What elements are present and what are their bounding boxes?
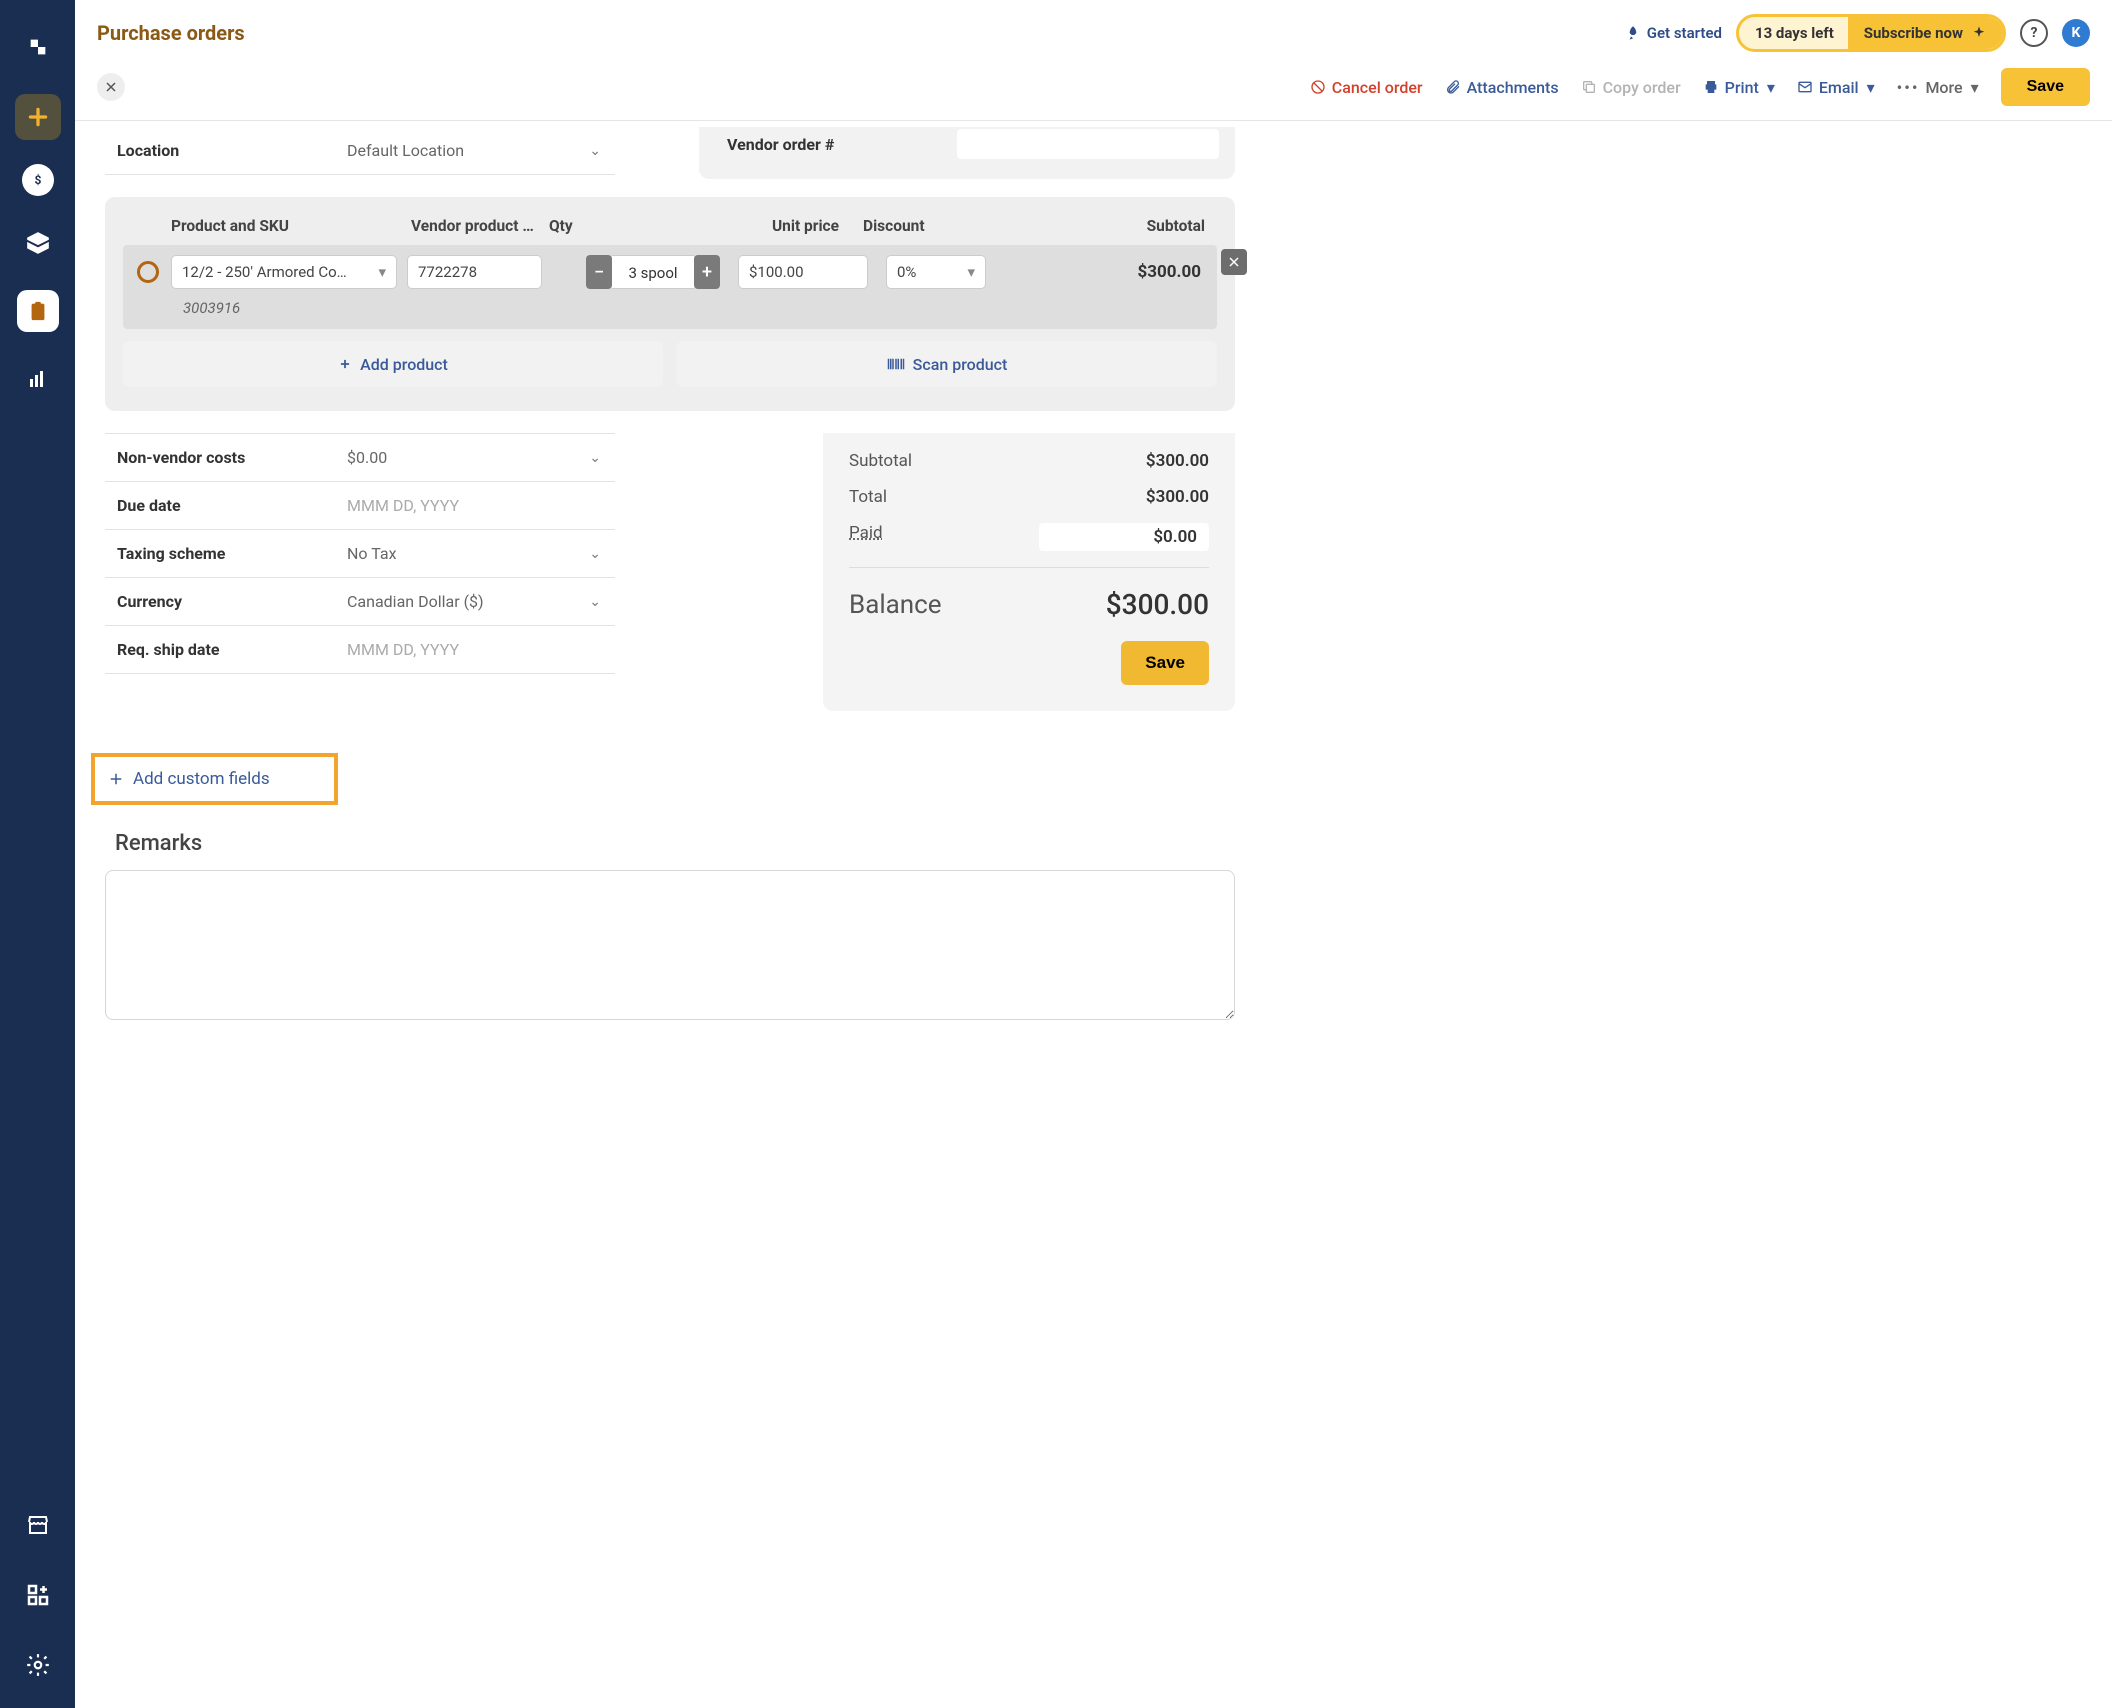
delete-line-button[interactable]: [1221, 249, 1247, 275]
qty-stepper: − 3 spool +: [586, 255, 720, 289]
get-started-link[interactable]: Get started: [1625, 24, 1722, 42]
paperclip-icon: [1445, 79, 1461, 95]
unit-price-input[interactable]: $100.00: [738, 255, 868, 289]
more-button[interactable]: ••• More ▾: [1897, 78, 1979, 97]
add-custom-fields-button[interactable]: Add custom fields: [91, 753, 338, 805]
remarks-section: Remarks: [105, 831, 1235, 1024]
header: Purchase orders Get started 13 days left…: [75, 0, 2112, 60]
attachments-button[interactable]: Attachments: [1445, 78, 1559, 97]
nav-inventory-icon[interactable]: [15, 220, 61, 266]
email-button[interactable]: Email ▾: [1797, 78, 1875, 97]
chevron-down-icon: ▾: [1971, 78, 1979, 97]
location-field[interactable]: Location Default Location ⌄: [105, 127, 615, 175]
cancel-order-button[interactable]: Cancel order: [1310, 78, 1423, 97]
nav-store-icon[interactable]: [15, 1502, 61, 1548]
close-icon: [1228, 256, 1240, 268]
vendor-order-number-input[interactable]: [957, 129, 1219, 159]
page-title: Purchase orders: [97, 21, 245, 45]
nav-apps-icon[interactable]: [15, 1572, 61, 1618]
rocket-icon: [1625, 25, 1641, 41]
nav-settings-icon[interactable]: [15, 1642, 61, 1688]
remarks-textarea[interactable]: [105, 870, 1235, 1020]
add-product-button[interactable]: Add product: [123, 341, 663, 387]
line-sku: 3003916: [131, 299, 1209, 317]
col-unit-price: Unit price: [699, 217, 851, 235]
svg-text:$: $: [34, 173, 41, 187]
summary-card: Subtotal $300.00 Total $300.00 Paid $0.0…: [823, 433, 1235, 711]
chevron-down-icon: ⌄: [575, 594, 615, 610]
copy-icon: [1581, 79, 1597, 95]
subscribe-now-button[interactable]: Subscribe now: [1848, 17, 2003, 49]
vendor-product-input[interactable]: 7722278: [407, 255, 542, 289]
print-icon: [1703, 79, 1719, 95]
item-status-icon: [137, 261, 159, 283]
action-bar: Cancel order Attachments Copy order Prin…: [75, 60, 2112, 121]
avatar[interactable]: K: [2062, 19, 2090, 47]
qty-value[interactable]: 3 spool: [612, 255, 694, 289]
plus-icon: [107, 770, 125, 788]
remarks-title: Remarks: [105, 831, 1235, 856]
sidebar: $: [0, 0, 75, 1708]
chevron-down-icon: ⌄: [575, 143, 615, 159]
col-product: Product and SKU: [129, 217, 411, 235]
req-ship-date-field[interactable]: Req. ship date MMM DD, YYYY: [105, 625, 615, 674]
copy-order-button: Copy order: [1581, 78, 1681, 97]
line-item-row: 12/2 - 250' Armored Co… ▾ 7722278 − 3 sp…: [123, 245, 1217, 329]
qty-increment-button[interactable]: +: [694, 255, 720, 289]
save-button-summary[interactable]: Save: [1121, 641, 1209, 685]
chevron-down-icon: ▾: [378, 263, 386, 281]
nav-purchase-orders-icon[interactable]: [17, 290, 59, 332]
cancel-icon: [1310, 79, 1326, 95]
discount-select[interactable]: 0% ▾: [886, 255, 986, 289]
nav-add-icon[interactable]: [15, 94, 61, 140]
non-vendor-costs-field[interactable]: Non-vendor costs $0.00 ⌄: [105, 433, 615, 481]
line-subtotal: $300.00: [1138, 262, 1209, 282]
plus-icon: [338, 357, 352, 371]
email-icon: [1797, 79, 1813, 95]
product-select[interactable]: 12/2 - 250' Armored Co… ▾: [171, 255, 397, 289]
col-subtotal: Subtotal: [979, 217, 1211, 235]
trial-days-left: 13 days left: [1739, 24, 1848, 42]
taxing-scheme-field[interactable]: Taxing scheme No Tax ⌄: [105, 529, 615, 577]
nav-logo-icon[interactable]: [15, 24, 61, 70]
paid-link[interactable]: Paid: [849, 523, 883, 551]
close-icon: [105, 81, 117, 93]
qty-decrement-button[interactable]: −: [586, 255, 612, 289]
chevron-down-icon: ⌄: [575, 546, 615, 562]
chevron-down-icon: ▾: [967, 263, 975, 281]
close-button[interactable]: [97, 73, 125, 101]
scan-product-button[interactable]: Scan product: [677, 341, 1217, 387]
chevron-down-icon: ⌄: [575, 450, 615, 466]
trial-subscribe-pill[interactable]: 13 days left Subscribe now: [1736, 14, 2006, 52]
chevron-down-icon: ▾: [1767, 78, 1775, 97]
chevron-down-icon: ▾: [1867, 78, 1875, 97]
print-button[interactable]: Print ▾: [1703, 78, 1775, 97]
col-discount: Discount: [851, 217, 979, 235]
vendor-order-number-field[interactable]: Vendor order #: [715, 127, 1219, 173]
line-items-block: Product and SKU Vendor product … Qty Uni…: [105, 197, 1235, 411]
barcode-icon: [887, 357, 905, 371]
sparkle-icon: [1971, 25, 1987, 41]
due-date-field[interactable]: Due date MMM DD, YYYY: [105, 481, 615, 529]
currency-field[interactable]: Currency Canadian Dollar ($) ⌄: [105, 577, 615, 625]
dots-icon: •••: [1897, 78, 1920, 97]
nav-reports-icon[interactable]: [15, 356, 61, 402]
col-qty: Qty: [549, 217, 699, 235]
help-icon[interactable]: ?: [2020, 19, 2048, 47]
col-vendor-product: Vendor product …: [411, 217, 549, 235]
nav-sales-icon[interactable]: $: [22, 164, 54, 196]
save-button-top[interactable]: Save: [2001, 68, 2090, 106]
paid-input[interactable]: $0.00: [1039, 523, 1209, 551]
